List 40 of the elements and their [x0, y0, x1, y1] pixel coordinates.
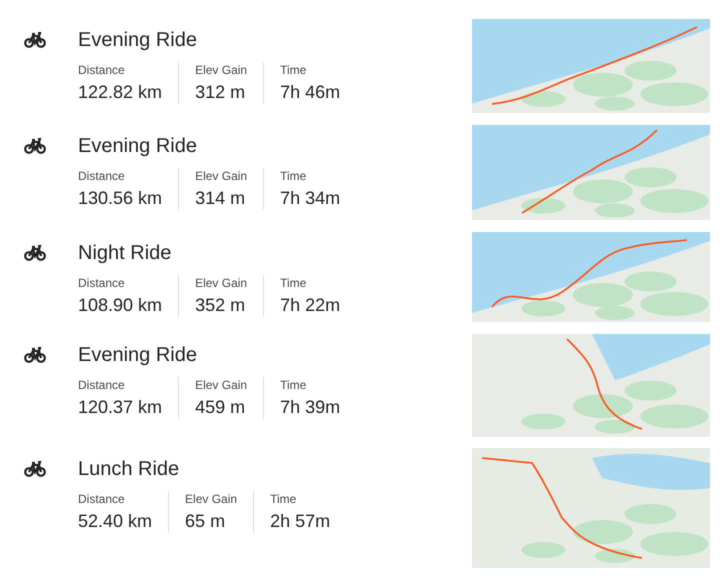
stat-value: 7h 22m	[280, 294, 340, 317]
bicycle-icon	[24, 461, 46, 477]
stat-value: 2h 57m	[270, 510, 330, 533]
stat-label: Distance	[78, 275, 126, 291]
stat-value: 7h 39m	[280, 396, 340, 419]
stat-label: Time	[280, 168, 308, 184]
stat-label: Time	[270, 491, 298, 507]
stat-value: 312 m	[195, 81, 246, 104]
stat-label: Distance	[78, 491, 126, 507]
stat-value: 108.90 km	[78, 294, 162, 317]
stat-value: 52.40 km	[78, 510, 152, 533]
stat-value: 314 m	[195, 187, 246, 210]
stat-label: Distance	[78, 168, 126, 184]
stat-label: Distance	[78, 377, 126, 393]
activity-title[interactable]: Night Ride	[78, 241, 172, 265]
stat-label: Elev Gain	[195, 168, 248, 184]
activity-title[interactable]: Evening Ride	[78, 134, 197, 158]
bicycle-icon	[24, 245, 46, 261]
stat-value: 130.56 km	[78, 187, 162, 210]
stat-label: Distance	[78, 62, 126, 78]
bicycle-icon	[24, 347, 46, 363]
activity-title[interactable]: Evening Ride	[78, 28, 197, 52]
bicycle-icon	[24, 138, 46, 154]
activity-title[interactable]: Lunch Ride	[78, 457, 180, 481]
stat-value: 7h 46m	[280, 81, 340, 104]
stat-value: 65 m	[185, 510, 226, 533]
stat-label: Elev Gain	[195, 377, 248, 393]
stat-value: 120.37 km	[78, 396, 162, 419]
activity-title[interactable]: Evening Ride	[78, 343, 197, 367]
stat-value: 459 m	[195, 396, 246, 419]
stat-value: 122.82 km	[78, 81, 162, 104]
stat-label: Time	[280, 275, 308, 291]
stat-label: Time	[280, 62, 308, 78]
stat-label: Elev Gain	[195, 275, 248, 291]
bicycle-icon	[24, 32, 46, 48]
stat-label: Elev Gain	[185, 491, 238, 507]
stat-value: 352 m	[195, 294, 246, 317]
stat-label: Elev Gain	[195, 62, 248, 78]
stat-value: 7h 34m	[280, 187, 340, 210]
stat-label: Time	[280, 377, 308, 393]
